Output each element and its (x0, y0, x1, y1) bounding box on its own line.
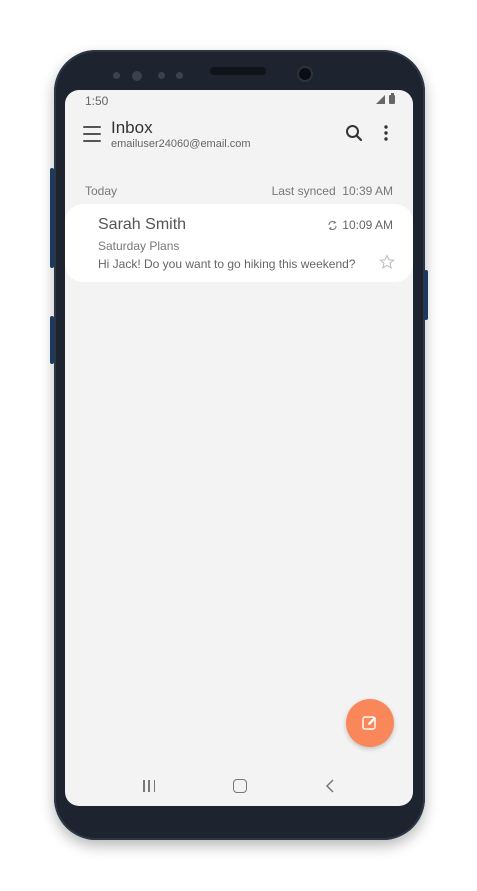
more-vert-icon[interactable] (381, 124, 391, 142)
account-email: emailuser24060@email.com (111, 138, 251, 150)
bixby-button (50, 316, 54, 364)
status-bar: 1:50 (65, 90, 413, 110)
sensor-dot (113, 72, 120, 79)
sensor-dot (176, 72, 183, 79)
status-time: 1:50 (85, 94, 109, 108)
status-icons (376, 93, 395, 104)
power-button (424, 270, 428, 320)
battery-icon (389, 93, 395, 104)
email-sender: Sarah Smith (98, 216, 187, 233)
email-preview: Hi Jack! Do you want to go hiking this w… (98, 257, 356, 271)
menu-icon[interactable] (83, 126, 101, 142)
compose-icon (362, 716, 377, 730)
sync-label: Last synced (271, 184, 336, 198)
star-icon[interactable] (379, 254, 395, 270)
back-icon[interactable] (325, 778, 335, 794)
volume-button (50, 168, 54, 268)
email-time: 10:09 AM (342, 218, 393, 232)
sync-time: 10:39 AM (342, 184, 393, 198)
signal-icon (376, 95, 385, 104)
app-header: Inbox emailuser24060@email.com (65, 114, 413, 174)
page-title: Inbox (111, 118, 153, 137)
screen: 1:50 Inbox emailuser24060@email.com Toda… (65, 90, 413, 806)
email-subject: Saturday Plans (98, 239, 180, 253)
sync-icon (328, 220, 337, 230)
iris-sensor (132, 71, 142, 81)
sensor-dot (158, 72, 165, 79)
system-nav-bar (65, 770, 413, 806)
front-camera (299, 68, 311, 80)
email-time-wrap: 10:09 AM (327, 218, 393, 232)
home-icon[interactable] (233, 779, 247, 793)
search-icon[interactable] (345, 124, 363, 142)
section-label: Today (85, 184, 118, 198)
recent-apps-icon[interactable] (143, 780, 155, 792)
email-list-item[interactable]: Sarah Smith 10:09 AM Saturday Plans Hi J… (65, 204, 413, 282)
last-synced: Last synced 10:39 AM (272, 184, 393, 198)
compose-button[interactable] (346, 699, 394, 747)
earpiece-speaker (210, 67, 266, 75)
